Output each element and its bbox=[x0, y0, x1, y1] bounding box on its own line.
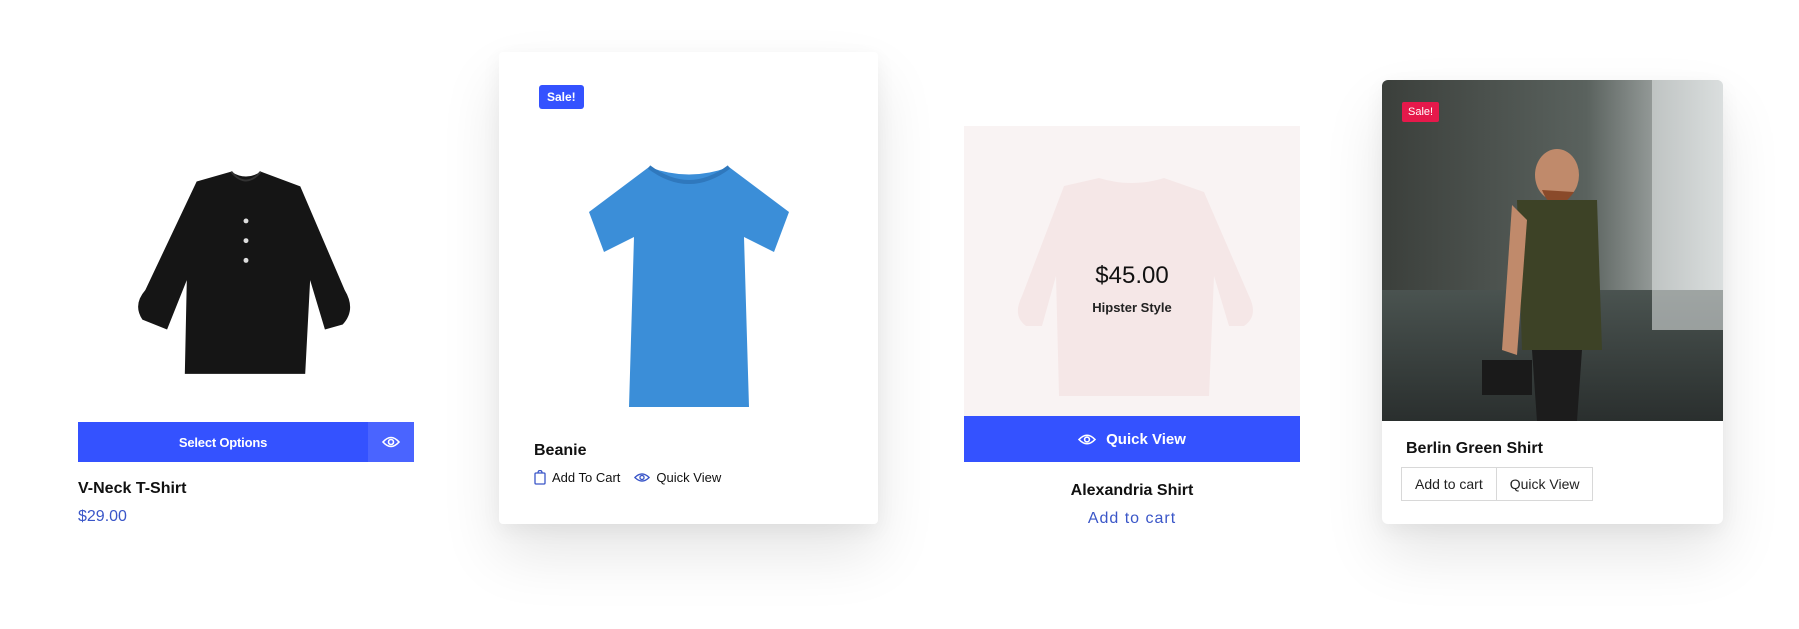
product-image-hover[interactable]: $45.00 Hipster Style bbox=[964, 126, 1300, 416]
product-actions: Add to cart Quick View bbox=[1401, 467, 1594, 501]
select-options-button[interactable]: Select Options bbox=[78, 422, 368, 462]
product-card-vneck: Select Options V-Neck T-Shirt $29.00 bbox=[78, 120, 414, 540]
shopping-bag-icon bbox=[534, 470, 546, 485]
add-to-cart-label: Add To Cart bbox=[552, 470, 621, 485]
quick-view-eye-button[interactable] bbox=[368, 422, 414, 462]
product-image-blue-tshirt[interactable] bbox=[539, 122, 839, 422]
quick-view-label: Quick View bbox=[1106, 430, 1186, 448]
quick-view-button[interactable]: Quick View bbox=[1496, 467, 1594, 501]
add-to-cart-link[interactable]: Add to cart bbox=[964, 510, 1300, 528]
product-card-berlin: Sale! Berlin Green Shirt Add to cart Qui… bbox=[1382, 80, 1723, 524]
product-image-man-waterfall[interactable] bbox=[1382, 80, 1723, 421]
product-title[interactable]: Berlin Green Shirt bbox=[1406, 440, 1543, 458]
select-options-bar: Select Options bbox=[78, 422, 414, 462]
product-price: $29.00 bbox=[78, 508, 127, 525]
quick-view-label: Quick View bbox=[656, 470, 722, 485]
product-title[interactable]: Beanie bbox=[534, 442, 586, 460]
overlay-subtitle: Hipster Style bbox=[1092, 300, 1172, 315]
quick-view-button[interactable]: Quick View bbox=[964, 416, 1300, 462]
product-image-black-shirt[interactable] bbox=[98, 140, 394, 440]
add-to-cart-button[interactable]: Add to cart bbox=[1401, 467, 1497, 501]
product-card-beanie: Sale! Beanie Add To Cart Quick View bbox=[499, 52, 878, 524]
product-card-alexandria: $45.00 Hipster Style Quick View Alexandr… bbox=[964, 126, 1300, 546]
eye-icon bbox=[634, 473, 651, 482]
eye-icon bbox=[382, 436, 400, 448]
eye-icon bbox=[1078, 433, 1097, 445]
overlay-price: $45.00 bbox=[1095, 262, 1169, 289]
quick-view-link[interactable]: Quick View bbox=[634, 470, 721, 485]
sale-badge: Sale! bbox=[1402, 102, 1440, 122]
add-to-cart-link[interactable]: Add To Cart bbox=[534, 470, 620, 485]
sale-badge: Sale! bbox=[539, 85, 584, 109]
product-title[interactable]: V-Neck T-Shirt bbox=[78, 480, 186, 498]
product-title[interactable]: Alexandria Shirt bbox=[964, 482, 1300, 500]
product-actions: Add To Cart Quick View bbox=[534, 470, 721, 485]
